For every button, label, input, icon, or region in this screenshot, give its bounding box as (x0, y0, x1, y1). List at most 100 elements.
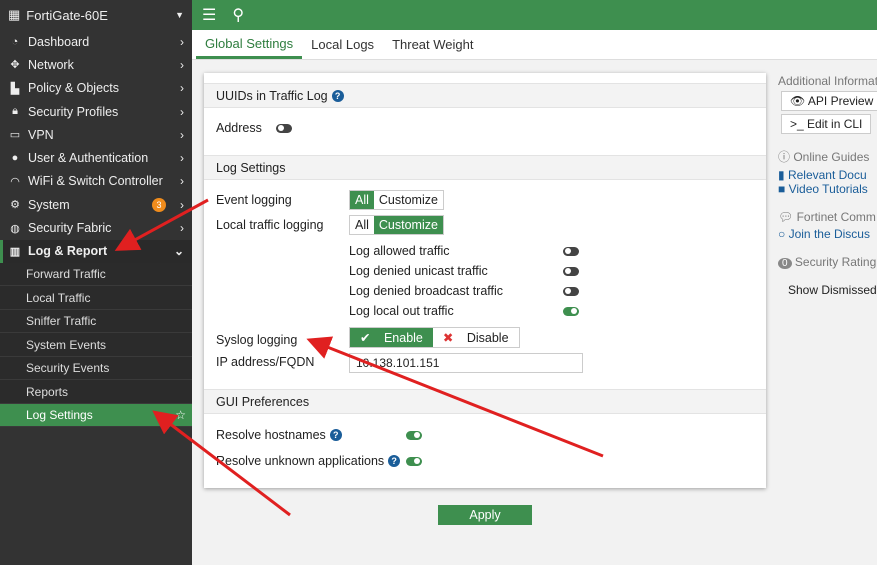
device-selector[interactable]: ▦ FortiGate-60E ▼ (0, 0, 192, 30)
video-link[interactable]: ■ Video Tutorials (778, 182, 877, 196)
nav-user-auth[interactable]: ● User & Authentication › (0, 146, 192, 169)
toggle-row: Log denied unicast traffic (349, 262, 579, 280)
event-logging-selector: All Customize (349, 190, 444, 210)
address-row: Address (216, 118, 292, 138)
nav-security-profiles[interactable]: 🔒︎ Security Profiles › (0, 100, 192, 123)
tab-bar: Global Settings Local Logs Threat Weight (192, 30, 877, 60)
toggle-row: Log denied broadcast traffic (349, 282, 579, 300)
resolve-hostnames-toggle[interactable] (406, 430, 422, 440)
chevron-right-icon: › (180, 197, 184, 212)
network-icon: ✥ (10, 59, 20, 72)
nav-policy-objects[interactable]: ▙ Policy & Objects › (0, 77, 192, 100)
chevron-right-icon: › (180, 81, 184, 96)
event-all-option[interactable]: All (350, 191, 374, 209)
tab-global-settings[interactable]: Global Settings (196, 30, 303, 59)
tab-threat-weight[interactable]: Threat Weight (383, 30, 482, 59)
ip-label: IP address/FQDN (216, 355, 315, 369)
community-heading: 💬︎ Fortinet Comm (778, 210, 876, 224)
section-log-settings: Log Settings (204, 155, 766, 180)
help-icon[interactable]: ? (388, 455, 401, 467)
local-traffic-selector: All Customize (349, 215, 444, 235)
nav-log-settings[interactable]: Log Settings ☆ (0, 403, 192, 428)
security-rating: 0 Security Rating (778, 255, 877, 269)
section-gui-preferences: GUI Preferences (204, 389, 766, 414)
laptop-icon: ▭ (9, 129, 21, 142)
check-circle-icon: ✔ (360, 331, 374, 345)
nav-forward-traffic[interactable]: Forward Traffic (0, 262, 192, 287)
nav-local-traffic[interactable]: Local Traffic (0, 286, 192, 310)
log-allowed-toggle[interactable] (563, 246, 579, 256)
local-customize-option[interactable]: Customize (373, 216, 443, 234)
comments-icon: 💬︎ (778, 210, 797, 224)
nav-system[interactable]: ⚙ System 3 › (0, 193, 192, 216)
log-local-out-toggle[interactable] (563, 306, 579, 316)
log-denied-broadcast-toggle[interactable] (563, 286, 579, 296)
event-logging-label: Event logging (216, 193, 292, 207)
eye-icon: 👁︎ (790, 94, 808, 108)
event-customize-option[interactable]: Customize (374, 191, 443, 209)
resolve-hostnames-row: Resolve hostnames? (216, 425, 422, 445)
chevron-right-icon: › (180, 221, 184, 236)
toggle-row: Log allowed traffic (349, 242, 579, 260)
chevron-right-icon: › (180, 57, 184, 72)
apply-button[interactable]: Apply (438, 505, 532, 525)
syslog-enable-option[interactable]: ✔ Enable (350, 328, 433, 347)
comment-icon: ○ (778, 227, 789, 241)
settings-card: UUIDs in Traffic Log? Address Log Settin… (204, 73, 766, 488)
help-icon[interactable]: ? (329, 429, 342, 441)
syslog-label: Syslog logging (216, 333, 298, 347)
section-uuids: UUIDs in Traffic Log? (204, 83, 766, 108)
resolve-apps-row: Resolve unknown applications? (216, 451, 422, 471)
chevron-right-icon: › (180, 174, 184, 189)
nav-sniffer-traffic[interactable]: Sniffer Traffic (0, 309, 192, 334)
docs-link[interactable]: ▮ Relevant Docu (778, 168, 877, 182)
nav-dashboard[interactable]: ◔ Dashboard › (0, 30, 192, 53)
chevron-right-icon: › (180, 104, 184, 119)
chevron-right-icon: › (180, 151, 184, 166)
syslog-selector: ✔ Enable ✖ Disable (349, 327, 520, 348)
local-traffic-label: Local traffic logging (216, 218, 324, 232)
video-icon: ■ (778, 182, 789, 196)
chevron-right-icon: › (180, 127, 184, 142)
join-discussion-link[interactable]: ○ Join the Discus (778, 227, 877, 241)
local-all-option[interactable]: All (350, 216, 374, 234)
nav-reports[interactable]: Reports (0, 380, 192, 404)
edit-cli-button[interactable]: >_ Edit in CLI (781, 114, 872, 134)
api-preview-button[interactable]: 👁︎ API Preview (781, 91, 877, 111)
sidebar: ▦ FortiGate-60E ▼ ◔ Dashboard › ✥ Network › ▙ P… (0, 0, 192, 565)
wifi-icon: ◠ (10, 175, 20, 188)
search-icon[interactable]: ⚲ (232, 5, 244, 25)
book-icon: ▮ (778, 168, 788, 182)
nav-system-events[interactable]: System Events (0, 333, 192, 357)
syslog-disable-option[interactable]: ✖ Disable (433, 328, 519, 347)
nav-network[interactable]: ✥ Network › (0, 53, 192, 76)
top-bar: ☰ ⚲ (192, 0, 877, 30)
nav-security-fabric[interactable]: ◍ Security Fabric › (0, 216, 192, 239)
fortigate-logo-icon: ▦ (8, 7, 21, 22)
menu-icon[interactable]: ☰ (202, 5, 216, 25)
terminal-icon: >_ (790, 117, 808, 131)
info-panel: Additional Informat 👁︎ API Preview >_ Ed… (778, 74, 877, 297)
lock-icon: 🔒︎ (12, 105, 18, 118)
fabric-icon: ◍ (10, 222, 20, 235)
nav-wifi-switch[interactable]: ◠ WiFi & Switch Controller › (0, 170, 192, 193)
help-icon[interactable]: ? (331, 89, 344, 102)
nav-security-events[interactable]: Security Events (0, 356, 192, 381)
star-icon[interactable]: ☆ (175, 408, 186, 422)
policy-icon: ▙ (10, 82, 20, 95)
nav-log-report[interactable]: ▥ Log & Report ⌄ (0, 239, 192, 263)
help-circle-icon: ⓘ (778, 150, 794, 164)
rating-badge: 0 (778, 258, 792, 269)
gear-icon: ⚙ (10, 199, 20, 212)
tab-local-logs[interactable]: Local Logs (302, 30, 383, 59)
ip-address-input[interactable]: 10.138.101.151 (349, 353, 583, 373)
show-dismissed-link[interactable]: Show Dismissed (788, 283, 877, 297)
nav-vpn[interactable]: ▭ VPN › (0, 123, 192, 146)
log-denied-unicast-toggle[interactable] (563, 266, 579, 276)
resolve-apps-toggle[interactable] (406, 456, 422, 466)
address-toggle[interactable] (275, 123, 292, 133)
x-circle-icon: ✖ (442, 331, 457, 345)
toggle-row: Log local out traffic (349, 302, 579, 320)
dashboard-icon: ◔ (11, 35, 19, 48)
online-guides-heading: ⓘ Online Guides (778, 150, 870, 164)
